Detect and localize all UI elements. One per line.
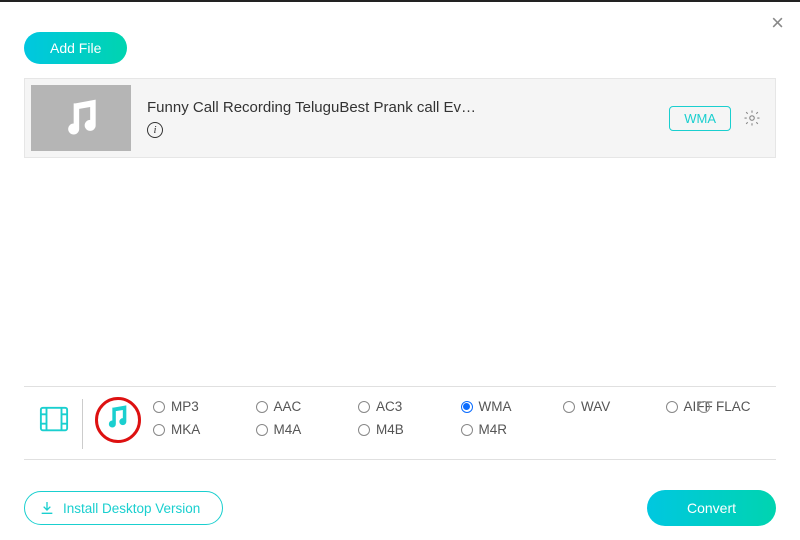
video-tab-icon[interactable] [32, 399, 76, 433]
format-label: WMA [479, 399, 512, 414]
music-note-icon [103, 403, 131, 431]
install-desktop-button[interactable]: Install Desktop Version [24, 491, 223, 525]
format-option-wma[interactable]: WMA [461, 399, 560, 414]
audio-tab[interactable] [89, 399, 145, 431]
bottom-bar: Install Desktop Version Convert [24, 490, 776, 526]
download-icon [39, 500, 55, 516]
info-icon[interactable]: i [147, 122, 163, 138]
app-window: × Add File Funny Call Recording TeluguBe… [0, 0, 800, 540]
format-label: MKA [171, 422, 200, 437]
file-actions: WMA [669, 106, 761, 131]
format-label: M4B [376, 422, 404, 437]
format-label: AC3 [376, 399, 402, 414]
format-option-m4b[interactable]: M4B [358, 422, 457, 437]
format-label: AAC [274, 399, 302, 414]
format-label: MP3 [171, 399, 199, 414]
file-item: Funny Call Recording TeluguBest Prank ca… [24, 78, 776, 158]
file-title: Funny Call Recording TeluguBest Prank ca… [147, 99, 669, 116]
format-option-ac3[interactable]: AC3 [358, 399, 457, 414]
format-label: M4A [274, 422, 302, 437]
settings-icon[interactable] [743, 109, 761, 127]
tab-divider [82, 399, 83, 449]
install-label: Install Desktop Version [63, 501, 200, 516]
output-format-badge[interactable]: WMA [669, 106, 731, 131]
format-label: M4R [479, 422, 508, 437]
format-grid: MP3 AAC AC3 WMA WAV AIFF FLAC MKA M4A M4… [145, 399, 768, 437]
format-bar: MP3 AAC AC3 WMA WAV AIFF FLAC MKA M4A M4… [24, 386, 776, 460]
format-option-aac[interactable]: AAC [256, 399, 355, 414]
file-meta: Funny Call Recording TeluguBest Prank ca… [147, 99, 669, 138]
format-option-m4r[interactable]: M4R [461, 422, 560, 437]
format-option-mka[interactable]: MKA [153, 422, 252, 437]
format-option-m4a[interactable]: M4A [256, 422, 355, 437]
format-option-mp3[interactable]: MP3 [153, 399, 252, 414]
file-thumbnail [31, 85, 131, 151]
convert-button[interactable]: Convert [647, 490, 776, 526]
add-file-button[interactable]: Add File [24, 32, 127, 64]
format-option-wav[interactable]: WAV [563, 399, 662, 414]
top-bar: Add File [0, 2, 800, 78]
close-icon[interactable]: × [771, 10, 784, 36]
format-option-flac[interactable]: FLAC [698, 399, 768, 414]
music-note-icon [59, 96, 103, 140]
format-label: FLAC [716, 399, 751, 414]
format-label: WAV [581, 399, 610, 414]
